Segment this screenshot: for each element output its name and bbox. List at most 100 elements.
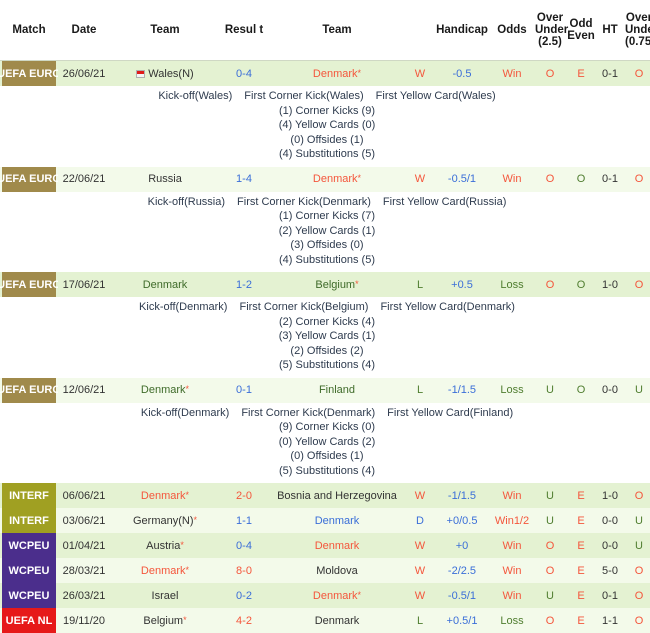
over-under-25-value: U bbox=[534, 483, 566, 508]
competition-badge[interactable]: WCPEU bbox=[2, 583, 56, 608]
match-score[interactable]: 4-2 bbox=[220, 608, 268, 633]
competition-cell[interactable]: WCPEU bbox=[0, 533, 58, 558]
competition-cell[interactable]: UEFA EURO bbox=[0, 167, 58, 192]
match-score[interactable]: 1-1 bbox=[220, 508, 268, 533]
home-team[interactable]: Wales(N) bbox=[110, 61, 220, 87]
home-team[interactable]: Russia bbox=[110, 167, 220, 192]
first-yellow-card: First Yellow Card(Russia) bbox=[383, 196, 506, 208]
home-team[interactable]: Israel bbox=[110, 583, 220, 608]
home-team[interactable]: Belgium* bbox=[110, 608, 220, 633]
away-team[interactable]: Denmark bbox=[268, 533, 406, 558]
match-score[interactable]: 0-2 bbox=[220, 583, 268, 608]
first-corner-kick: First Corner Kick(Wales) bbox=[244, 90, 363, 102]
away-team[interactable]: Belgium* bbox=[268, 272, 406, 297]
detail-stat-line: (0) Offsides (1) bbox=[0, 133, 650, 148]
home-advantage-star-icon: * bbox=[183, 615, 187, 625]
header-ht[interactable]: HT bbox=[596, 0, 624, 61]
table-row[interactable]: INTERF03/06/21Germany(N)*1-1DenmarkD+0/0… bbox=[0, 508, 650, 533]
competition-badge[interactable]: UEFA EURO bbox=[2, 272, 56, 297]
competition-badge[interactable]: UEFA NL bbox=[2, 608, 56, 633]
match-score[interactable]: 8-0 bbox=[220, 558, 268, 583]
home-team-label: Russia bbox=[148, 173, 182, 185]
match-score[interactable]: 0-1 bbox=[220, 378, 268, 403]
handicap-value: +0/0.5 bbox=[434, 508, 490, 533]
table-row[interactable]: UEFA EURO17/06/21Denmark1-2Belgium*L+0.5… bbox=[0, 272, 650, 297]
half-time-score: 0-1 bbox=[596, 61, 624, 87]
home-team[interactable]: Denmark* bbox=[110, 378, 220, 403]
table-row[interactable]: WCPEU28/03/21Denmark*8-0MoldovaW-2/2.5Wi… bbox=[0, 558, 650, 583]
header-date[interactable]: Date bbox=[58, 0, 110, 61]
away-team[interactable]: Denmark* bbox=[268, 583, 406, 608]
match-detail-cell: Kick-off(Wales)First Corner Kick(Wales)F… bbox=[0, 86, 650, 167]
table-row[interactable]: UEFA EURO12/06/21Denmark*0-1FinlandL-1/1… bbox=[0, 378, 650, 403]
header-over-under-075[interactable]: Over Under (0.75) bbox=[624, 0, 650, 61]
over-under-25-value: O bbox=[534, 533, 566, 558]
home-team[interactable]: Austria* bbox=[110, 533, 220, 558]
competition-cell[interactable]: UEFA EURO bbox=[0, 272, 58, 297]
header-result[interactable]: Resul t bbox=[220, 0, 268, 61]
header-match[interactable]: Match bbox=[0, 0, 58, 61]
table-row[interactable]: UEFA NL19/11/20Belgium*4-2DenmarkL+0.5/1… bbox=[0, 608, 650, 633]
away-team[interactable]: Denmark bbox=[268, 508, 406, 533]
competition-badge[interactable]: INTERF bbox=[2, 508, 56, 533]
detail-stat-line: (5) Substitutions (4) bbox=[0, 464, 650, 479]
match-score[interactable]: 1-4 bbox=[220, 167, 268, 192]
table-row[interactable]: WCPEU01/04/21Austria*0-4DenmarkW+0WinOE0… bbox=[0, 533, 650, 558]
competition-cell[interactable]: UEFA NL bbox=[0, 608, 58, 633]
away-team[interactable]: Bosnia and Herzegovina bbox=[268, 483, 406, 508]
odds-result: Loss bbox=[490, 272, 534, 297]
competition-badge[interactable]: INTERF bbox=[2, 483, 56, 508]
match-detail-stats: Kick-off(Denmark)First Corner Kick(Belgi… bbox=[0, 300, 650, 373]
home-team-label: Denmark bbox=[141, 384, 186, 396]
header-away-team[interactable]: Team bbox=[268, 0, 406, 61]
away-team[interactable]: Moldova bbox=[268, 558, 406, 583]
competition-cell[interactable]: INTERF bbox=[0, 483, 58, 508]
home-team[interactable]: Denmark bbox=[110, 272, 220, 297]
header-over-under-25[interactable]: Over Under (2.5) bbox=[534, 0, 566, 61]
odds-result: Loss bbox=[490, 378, 534, 403]
competition-cell[interactable]: UEFA EURO bbox=[0, 378, 58, 403]
over-under-25-value: U bbox=[534, 583, 566, 608]
header-odd-even[interactable]: Odd Even bbox=[566, 0, 596, 61]
match-score[interactable]: 0-4 bbox=[220, 61, 268, 87]
header-handicap[interactable]: Handicap bbox=[434, 0, 490, 61]
home-team[interactable]: Germany(N)* bbox=[110, 508, 220, 533]
competition-badge[interactable]: UEFA EURO bbox=[2, 378, 56, 403]
away-team[interactable]: Denmark* bbox=[268, 61, 406, 87]
odds-result: Win bbox=[490, 61, 534, 87]
table-row[interactable]: WCPEU26/03/21Israel0-2Denmark*W-0.5/1Win… bbox=[0, 583, 650, 608]
table-row[interactable]: UEFA EURO26/06/21Wales(N)0-4Denmark*W-0.… bbox=[0, 61, 650, 87]
competition-badge[interactable]: WCPEU bbox=[2, 533, 56, 558]
header-odds[interactable]: Odds bbox=[490, 0, 534, 61]
away-team-label: Denmark bbox=[315, 540, 360, 552]
competition-cell[interactable]: WCPEU bbox=[0, 583, 58, 608]
home-team[interactable]: Denmark* bbox=[110, 483, 220, 508]
table-row[interactable]: UEFA EURO22/06/21Russia1-4Denmark*W-0.5/… bbox=[0, 167, 650, 192]
odd-even-value: E bbox=[566, 558, 596, 583]
match-date: 17/06/21 bbox=[58, 272, 110, 297]
table-row[interactable]: INTERF06/06/21Denmark*2-0Bosnia and Herz… bbox=[0, 483, 650, 508]
competition-cell[interactable]: INTERF bbox=[0, 508, 58, 533]
competition-badge[interactable]: WCPEU bbox=[2, 558, 56, 583]
header-home-team[interactable]: Team bbox=[110, 0, 220, 61]
match-score[interactable]: 2-0 bbox=[220, 483, 268, 508]
match-score[interactable]: 0-4 bbox=[220, 533, 268, 558]
wales-flag-icon bbox=[136, 70, 145, 78]
competition-cell[interactable]: UEFA EURO bbox=[0, 61, 58, 87]
away-team[interactable]: Denmark bbox=[268, 608, 406, 633]
odd-even-value: O bbox=[566, 272, 596, 297]
match-detail-row: Kick-off(Wales)First Corner Kick(Wales)F… bbox=[0, 86, 650, 167]
competition-badge[interactable]: UEFA EURO bbox=[2, 167, 56, 192]
away-team[interactable]: Finland bbox=[268, 378, 406, 403]
odds-result: Win bbox=[490, 558, 534, 583]
match-date: 19/11/20 bbox=[58, 608, 110, 633]
away-team[interactable]: Denmark* bbox=[268, 167, 406, 192]
home-team[interactable]: Denmark* bbox=[110, 558, 220, 583]
match-score[interactable]: 1-2 bbox=[220, 272, 268, 297]
over-under-075-value: U bbox=[624, 508, 650, 533]
competition-badge[interactable]: UEFA EURO bbox=[2, 61, 56, 86]
away-team-label: Belgium bbox=[315, 279, 355, 291]
competition-cell[interactable]: WCPEU bbox=[0, 558, 58, 583]
odd-even-value: E bbox=[566, 533, 596, 558]
over-under-075-value: O bbox=[624, 608, 650, 633]
